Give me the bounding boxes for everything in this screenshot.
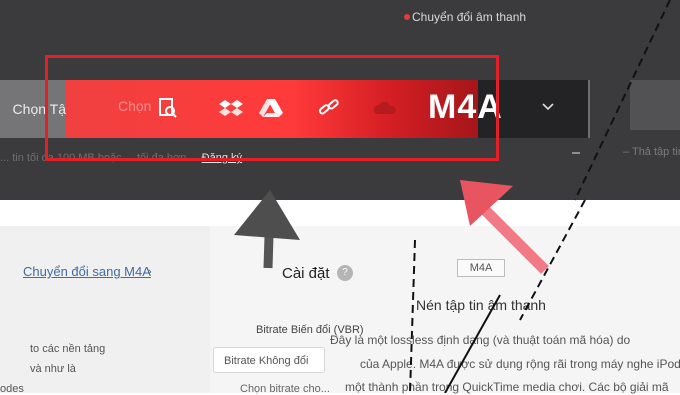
description-title: Nén tập tin âm thanh	[416, 297, 546, 313]
page-title: Chuyển đổi âm thanh	[404, 10, 526, 24]
help-icon[interactable]: ?	[337, 265, 353, 281]
convert-button-area[interactable]	[630, 80, 680, 130]
bitrate-select[interactable]: Bitrate Không đổi	[213, 347, 325, 373]
description-line: một thành phần trong QuickTime media chơ…	[345, 380, 669, 394]
drop-hint: – Thả tập tin...	[623, 146, 680, 158]
format-badge: M4A	[457, 259, 505, 277]
bitrate-hint: Chọn bitrate cho...	[240, 383, 330, 395]
highlight-box	[45, 55, 499, 161]
divider-line	[572, 152, 580, 154]
left-text-line: odes	[0, 383, 24, 395]
description-line: Đây là một lossless định dạng (và thuật …	[330, 333, 631, 347]
left-text-line: to các nền tảng	[30, 343, 106, 355]
convert-to-m4a-link[interactable]: Chuyển đổi sang M4A	[23, 264, 151, 279]
settings-title: Cài đặt	[282, 265, 330, 282]
chevron-down-icon[interactable]	[541, 100, 555, 114]
logo-dot-icon	[404, 14, 410, 20]
left-text-line: và như là	[30, 363, 76, 375]
chevron-right-icon: ›	[148, 266, 152, 278]
description-line: của Apple. M4A được sử dụng rộng rãi tro…	[360, 357, 680, 371]
